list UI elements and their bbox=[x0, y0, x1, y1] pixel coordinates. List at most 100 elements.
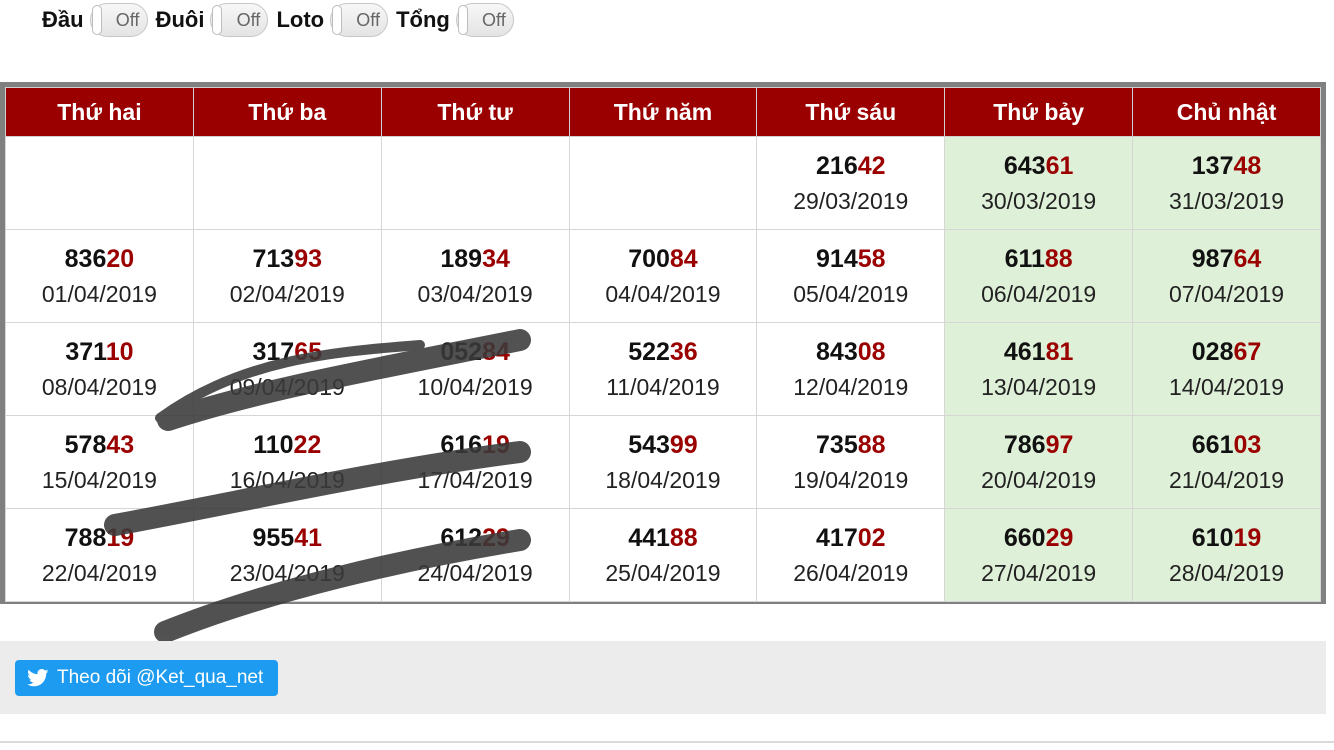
result-number-head: 461 bbox=[1003, 338, 1046, 366]
toggle-state: Off bbox=[236, 9, 261, 30]
results-calendar-frame: Thứ hai Thứ ba Thứ tư Thứ năm Thứ sáu Th… bbox=[0, 82, 1326, 604]
result-cell: 73588 19/04/2019 bbox=[756, 415, 946, 509]
footer-area: Theo dõi @Ket_qua_net bbox=[0, 641, 1326, 714]
result-number-tail: 84 bbox=[669, 245, 698, 273]
result-number: 11022 bbox=[194, 429, 381, 461]
result-cell: 31765 09/04/2019 bbox=[192, 322, 382, 416]
toggle-state: Off bbox=[356, 9, 380, 30]
result-cell: 41702 26/04/2019 bbox=[756, 508, 946, 602]
result-cell: 70084 04/04/2019 bbox=[568, 229, 758, 323]
weekday-header: Thứ sáu bbox=[756, 87, 946, 137]
result-number: 78819 bbox=[6, 522, 193, 554]
result-cell: 61019 28/04/2019 bbox=[1132, 508, 1321, 602]
weekday-header: Thứ bảy bbox=[944, 87, 1134, 137]
result-number-head: 611 bbox=[1004, 245, 1045, 273]
result-cell: 13748 31/03/2019 bbox=[1132, 136, 1321, 230]
result-number-head: 843 bbox=[816, 338, 858, 366]
result-number-head: 052 bbox=[440, 338, 483, 366]
result-number-head: 788 bbox=[64, 524, 107, 552]
result-date: 20/04/2019 bbox=[981, 467, 1097, 493]
result-cell: 78697 20/04/2019 bbox=[944, 415, 1134, 509]
result-number-tail: 19 bbox=[106, 524, 135, 552]
result-cell: 91458 05/04/2019 bbox=[756, 229, 946, 323]
weekday-header: Thứ tư bbox=[380, 87, 570, 137]
result-date: 10/04/2019 bbox=[417, 374, 533, 400]
result-number: 66029 bbox=[945, 522, 1132, 554]
result-cell: 71393 02/04/2019 bbox=[192, 229, 382, 323]
toggle-bar: Đầu Off Đuôi Off Loto Off Tổng Off bbox=[42, 0, 516, 40]
result-date: 06/04/2019 bbox=[981, 281, 1097, 307]
result-number-tail: 84 bbox=[482, 338, 510, 366]
result-date: 24/04/2019 bbox=[417, 560, 533, 586]
result-number: 91458 bbox=[757, 243, 944, 275]
result-cell: 95541 23/04/2019 bbox=[192, 508, 382, 602]
result-number-head: 317 bbox=[252, 338, 295, 366]
empty-cell bbox=[380, 136, 570, 230]
result-number-tail: 64 bbox=[1233, 245, 1262, 273]
follow-twitter-button[interactable]: Theo dõi @Ket_qua_net bbox=[15, 660, 279, 696]
toggle-loto-switch[interactable]: Off bbox=[330, 3, 389, 37]
result-cell: 64361 30/03/2019 bbox=[944, 136, 1134, 230]
result-number-tail: 42 bbox=[857, 152, 886, 180]
result-number-tail: 99 bbox=[669, 431, 698, 459]
result-date: 17/04/2019 bbox=[417, 467, 533, 493]
result-number-head: 522 bbox=[628, 338, 670, 366]
result-number-tail: 48 bbox=[1233, 152, 1262, 180]
result-date: 14/04/2019 bbox=[1168, 374, 1285, 400]
result-date: 23/04/2019 bbox=[229, 560, 345, 586]
result-number-head: 441 bbox=[628, 524, 670, 552]
weekday-header: Chủ nhật bbox=[1132, 87, 1321, 137]
result-date: 07/04/2019 bbox=[1168, 281, 1285, 307]
toggle-label-loto: Loto bbox=[276, 7, 325, 32]
result-number: 66103 bbox=[1133, 429, 1320, 461]
weekday-header-row: Thứ hai Thứ ba Thứ tư Thứ năm Thứ sáu Th… bbox=[5, 87, 1321, 137]
result-cell: 46181 13/04/2019 bbox=[944, 322, 1134, 416]
weekday-header: Thứ ba bbox=[192, 87, 382, 137]
calendar-week-row: 37110 08/04/2019 31765 09/04/2019 05284 10/04… bbox=[5, 322, 1321, 416]
result-number-tail: 34 bbox=[482, 245, 510, 273]
result-date: 03/04/2019 bbox=[417, 281, 533, 307]
result-cell: 57843 15/04/2019 bbox=[5, 415, 194, 509]
toggle-dau-switch[interactable]: Off bbox=[89, 3, 148, 37]
result-number: 95541 bbox=[194, 522, 381, 554]
result-number-head: 610 bbox=[1191, 524, 1234, 552]
result-number-head: 216 bbox=[816, 152, 858, 180]
result-date: 15/04/2019 bbox=[41, 467, 157, 493]
result-number-tail: 67 bbox=[1233, 338, 1262, 366]
result-number-tail: 22 bbox=[293, 431, 322, 459]
result-number-tail: 41 bbox=[294, 524, 323, 552]
result-number-tail: 20 bbox=[106, 245, 135, 273]
toggle-knob bbox=[457, 5, 468, 35]
result-date: 30/03/2019 bbox=[981, 188, 1097, 214]
result-number-tail: 61 bbox=[1045, 152, 1074, 180]
result-date: 08/04/2019 bbox=[41, 374, 157, 400]
result-cell: 37110 08/04/2019 bbox=[5, 322, 194, 416]
result-number-tail: 19 bbox=[1233, 524, 1262, 552]
result-number-head: 786 bbox=[1003, 431, 1046, 459]
result-cell: 02867 14/04/2019 bbox=[1132, 322, 1321, 416]
result-number-head: 713 bbox=[252, 245, 295, 273]
result-date: 28/04/2019 bbox=[1168, 560, 1285, 586]
result-number: 37110 bbox=[6, 336, 193, 368]
result-number-tail: 08 bbox=[857, 338, 886, 366]
result-cell: 66029 27/04/2019 bbox=[944, 508, 1134, 602]
result-cell: 11022 16/04/2019 bbox=[192, 415, 382, 509]
result-number-tail: 29 bbox=[482, 524, 510, 552]
result-number: 98764 bbox=[1133, 243, 1320, 275]
calendar-week-row: 78819 22/04/2019 95541 23/04/2019 61229 24/04… bbox=[5, 508, 1321, 602]
result-date: 01/04/2019 bbox=[41, 281, 157, 307]
result-date: 12/04/2019 bbox=[793, 374, 909, 400]
result-number: 61619 bbox=[382, 429, 569, 461]
result-number: 84308 bbox=[757, 336, 944, 368]
result-number-head: 543 bbox=[628, 431, 670, 459]
result-date: 27/04/2019 bbox=[981, 560, 1097, 586]
toggle-duoi-switch[interactable]: Off bbox=[210, 3, 269, 37]
result-date: 31/03/2019 bbox=[1168, 188, 1285, 214]
results-calendar: Thứ hai Thứ ba Thứ tư Thứ năm Thứ sáu Th… bbox=[5, 87, 1321, 602]
result-number: 83620 bbox=[6, 243, 193, 275]
result-number: 44188 bbox=[570, 522, 757, 554]
result-cell: 52236 11/04/2019 bbox=[568, 322, 758, 416]
result-number: 52236 bbox=[570, 336, 757, 368]
toggle-tong-switch[interactable]: Off bbox=[455, 3, 514, 37]
result-number-head: 137 bbox=[1191, 152, 1234, 180]
